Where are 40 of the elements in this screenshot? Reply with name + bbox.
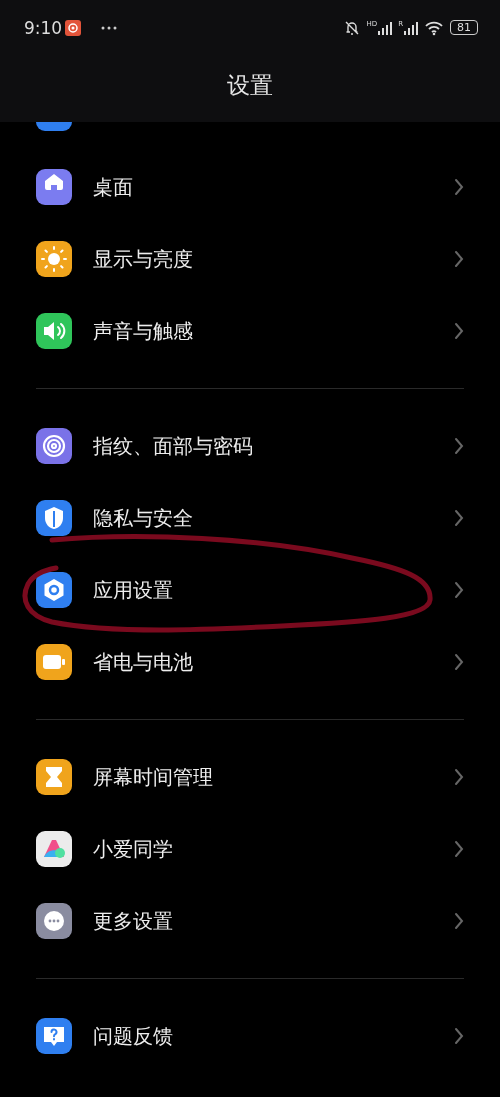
chevron-icon	[454, 912, 464, 930]
chevron-icon	[454, 653, 464, 671]
settings-item[interactable]: 指纹、面部与密码	[0, 410, 500, 482]
chevron-icon	[454, 437, 464, 455]
item-label: 屏幕时间管理	[93, 763, 214, 791]
chevron-icon	[454, 1027, 464, 1045]
settings-item[interactable]: 显示与亮度	[0, 223, 500, 295]
signal-icon	[404, 20, 418, 35]
chevron-icon	[454, 509, 464, 527]
item-label: 省电与电池	[93, 648, 194, 676]
item-label: 隐私与安全	[93, 504, 194, 532]
item-label: 更多设置	[93, 907, 174, 935]
item-label: 声音与触感	[93, 317, 194, 345]
settings-item[interactable]: 声音与触感	[0, 295, 500, 367]
chevron-icon	[454, 322, 464, 340]
status-time: 9:10	[24, 17, 63, 38]
muted-bell-icon	[344, 19, 361, 36]
chevron-icon	[454, 581, 464, 599]
page-title: 设置	[227, 71, 273, 100]
chevron-icon	[454, 768, 464, 786]
item-label: 显示与亮度	[93, 245, 194, 273]
item-label: 指纹、面部与密码	[93, 432, 254, 460]
wifi-icon	[424, 19, 444, 36]
chevron-icon	[454, 840, 464, 858]
chevron-icon	[454, 178, 464, 196]
settings-item[interactable]: 省电与电池	[0, 626, 500, 698]
item-label: 问题反馈	[93, 1022, 174, 1050]
settings-item[interactable]: 小爱同学	[0, 813, 500, 885]
chevron-icon	[454, 250, 464, 268]
more-dots-icon	[101, 24, 118, 31]
settings-item[interactable]: 桌面	[0, 151, 500, 223]
settings-item[interactable]: 隐私与安全	[0, 482, 500, 554]
item-label: 小爱同学	[93, 835, 174, 863]
battery-level: 81	[450, 20, 478, 35]
signal-icon	[378, 20, 393, 35]
item-label: 桌面	[93, 173, 134, 201]
settings-item[interactable]: 问题反馈	[0, 1000, 500, 1072]
camera-app-icon	[65, 19, 82, 36]
settings-item[interactable]: 屏幕时间管理	[0, 741, 500, 813]
settings-item[interactable]: 更多设置	[0, 885, 500, 957]
